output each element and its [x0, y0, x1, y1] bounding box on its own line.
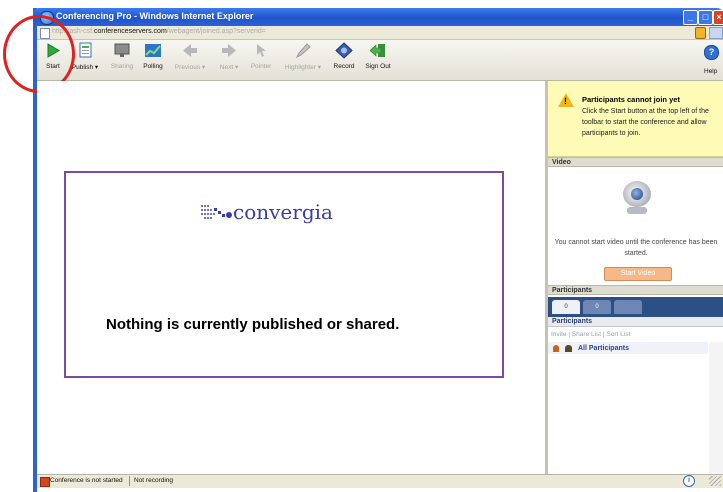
- highlighter-button[interactable]: Highlighter ▾: [278, 42, 328, 71]
- webcam-lens: [631, 188, 643, 200]
- warning-body: Click the Start button at the top left o…: [582, 108, 709, 137]
- previous-button[interactable]: Previous ▾: [170, 42, 210, 71]
- url-path: /webagent/joined.asp?serverid=: [166, 28, 266, 35]
- conference-status-icon: [40, 477, 50, 487]
- video-header: Video: [548, 157, 723, 167]
- arrow-right-icon: [222, 44, 236, 57]
- status-divider: [129, 476, 130, 486]
- record-icon: [335, 42, 353, 59]
- pointer-label: Pointer: [250, 63, 272, 70]
- webcam-stand: [627, 207, 647, 214]
- pointer-button[interactable]: Pointer: [247, 42, 275, 70]
- help-icon[interactable]: ?: [704, 45, 719, 60]
- user-icon: [565, 345, 572, 352]
- conference-status: Conference is not started: [50, 477, 123, 484]
- participants-header: Participants: [548, 285, 723, 295]
- pointer-icon: [257, 44, 266, 57]
- window-title: Conferencing Pro - Windows Internet Expl…: [56, 11, 254, 21]
- address-url[interactable]: http://ash-csf.conferenceservers.com/web…: [52, 28, 266, 35]
- warning-title: Participants cannot join yet: [582, 95, 680, 104]
- sign-out-icon: [369, 44, 385, 57]
- participants-subheader: Participants: [548, 317, 723, 327]
- record-button[interactable]: Record: [330, 42, 358, 70]
- highlighter-label: Highlighter ▾: [284, 64, 322, 71]
- url-domain: conferenceservers.com: [94, 28, 167, 35]
- info-icon[interactable]: i: [683, 475, 695, 487]
- warning-icon-glyph: !: [564, 96, 567, 106]
- polling-button[interactable]: Polling: [140, 42, 166, 70]
- tab-attendees[interactable]: 0: [583, 300, 611, 314]
- tab-search[interactable]: [614, 300, 642, 314]
- sharing-button[interactable]: Sharing: [108, 42, 136, 70]
- minimize-button[interactable]: _: [683, 10, 698, 25]
- resize-grip[interactable]: [709, 476, 721, 486]
- sign-out-label: Sign Out: [365, 63, 391, 70]
- presenter-icon: [553, 345, 559, 352]
- start-video-button[interactable]: Start Video: [604, 267, 672, 281]
- compat-view-icon[interactable]: [709, 27, 723, 39]
- close-button[interactable]: ×: [713, 10, 723, 25]
- maximize-button[interactable]: □: [698, 10, 713, 25]
- participant-list-links[interactable]: Invite | Share List | Sort List: [551, 331, 630, 338]
- publish-icon: [79, 42, 92, 58]
- nothing-published-message: Nothing is currently published or shared…: [106, 316, 400, 333]
- highlighter-icon: [295, 43, 311, 59]
- next-label: Next ▾: [219, 64, 239, 71]
- polling-icon: [145, 44, 161, 57]
- previous-label: Previous ▾: [174, 64, 206, 71]
- arrow-left-icon: [183, 44, 197, 57]
- video-message: You cannot start video until the confere…: [554, 239, 718, 257]
- recording-status: Not recording: [134, 477, 174, 484]
- sharing-label: Sharing: [110, 63, 134, 70]
- polling-label: Polling: [143, 63, 163, 70]
- participants-scrollbar[interactable]: [709, 342, 723, 474]
- next-button[interactable]: Next ▾: [212, 42, 246, 71]
- sharing-icon: [114, 43, 130, 57]
- convergia-logo-text: convergia: [233, 200, 333, 224]
- sign-out-button[interactable]: Sign Out: [361, 42, 395, 70]
- all-participants-item[interactable]: All Participants: [578, 345, 629, 352]
- tab-participants[interactable]: 0: [552, 300, 580, 314]
- help-label[interactable]: Help: [704, 68, 717, 75]
- lock-icon[interactable]: [695, 27, 706, 39]
- record-label: Record: [333, 63, 355, 70]
- convergia-logo-icon: [201, 205, 232, 219]
